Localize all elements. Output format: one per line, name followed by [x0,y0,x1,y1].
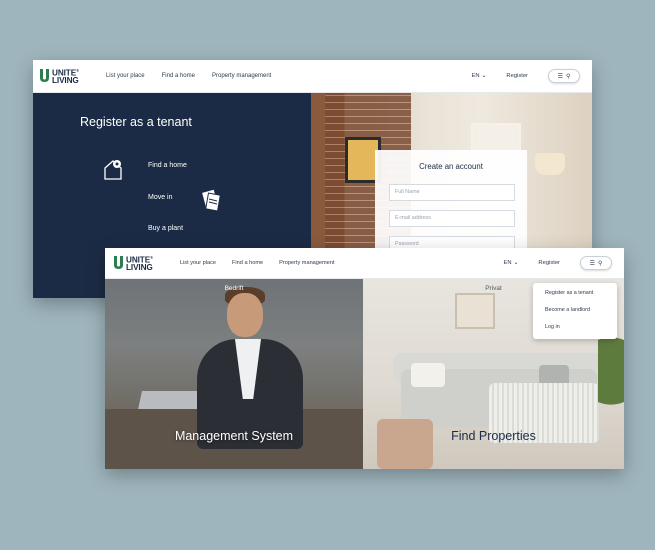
find-properties-title: Find Properties [451,429,536,443]
top-nav: UNITE® LIVING List your place Find a hom… [33,60,592,93]
nav-right-2: EN ⌄ Register ☰ ⚲ [503,256,612,270]
nav-link-property-management[interactable]: Property management [279,260,334,266]
user-icon: ⚲ [565,73,571,80]
pendant-lamp [535,153,565,175]
user-icon: ⚲ [597,260,603,267]
nav-link-list-your-place[interactable]: List your place [106,73,145,79]
chevron-down-icon: ⌄ [513,260,519,266]
account-menu-button[interactable]: ☰ ⚲ [580,256,612,270]
wall-picture [455,293,495,329]
chevron-down-icon: ⌄ [481,73,487,79]
menu-item-become-landlord[interactable]: Become a landlord [545,307,590,313]
nav-link-find-a-home[interactable]: Find a home [232,260,263,266]
form-title: Create an account [419,162,483,171]
business-panel[interactable]: Bedrift Management System [105,279,363,469]
nav-links: List your place Find a home Property man… [106,73,271,79]
side-table [377,419,433,469]
logo-reg: ® [150,255,153,261]
language-label: EN [503,260,512,266]
register-link[interactable]: Register [506,73,528,79]
documents-icon [199,187,225,218]
nav-link-find-a-home[interactable]: Find a home [162,73,195,79]
menu-item-register-tenant[interactable]: Register as a tenant [545,290,593,296]
business-tag: Bedrift [224,285,244,292]
full-name-field[interactable]: Full Name [389,184,515,201]
logo-mark-icon [113,255,124,270]
step-buy-a-plant: Buy a plant [148,225,184,232]
nav-link-property-management[interactable]: Property management [212,73,271,79]
pillow [411,363,445,387]
step-find-a-home: Find a home [148,162,187,169]
logo-reg: ® [76,68,79,74]
logo-line-2: LIVING [126,263,153,273]
language-select[interactable]: EN ⌄ [471,73,486,79]
person-head [227,293,263,337]
language-select[interactable]: EN ⌄ [503,260,518,266]
logo-text-2: UNITE® LIVING [126,254,153,272]
nav-link-list-your-place[interactable]: List your place [180,260,216,266]
plant [598,335,624,425]
nav-right: EN ⌄ Register ☰ ⚲ [471,69,580,83]
step-move-in: Move in [148,194,173,201]
logo-text: UNITE® LIVING [52,67,79,85]
language-label: EN [471,73,480,79]
menu-icon: ☰ [557,73,563,80]
menu-item-log-in[interactable]: Log in [545,324,560,330]
account-dropdown-menu: Register as a tenant Become a landlord L… [533,283,617,339]
email-field[interactable]: E-mail address [389,210,515,227]
account-menu-button[interactable]: ☰ ⚲ [548,69,580,83]
menu-icon: ☰ [589,260,595,267]
logo-line-2: LIVING [52,76,79,86]
top-nav-2: UNITE® LIVING List your place Find a hom… [105,248,624,279]
logo-2[interactable]: UNITE® LIVING [113,254,153,272]
nav-links-2: List your place Find a home Property man… [180,260,335,266]
logo-mark-icon [39,68,50,83]
tenant-title: Register as a tenant [80,115,192,129]
landing-window: UNITE® LIVING List your place Find a hom… [105,248,624,469]
register-link[interactable]: Register [538,260,560,266]
management-system-title: Management System [174,429,294,443]
home-pin-icon [101,156,127,187]
logo[interactable]: UNITE® LIVING [39,67,79,85]
